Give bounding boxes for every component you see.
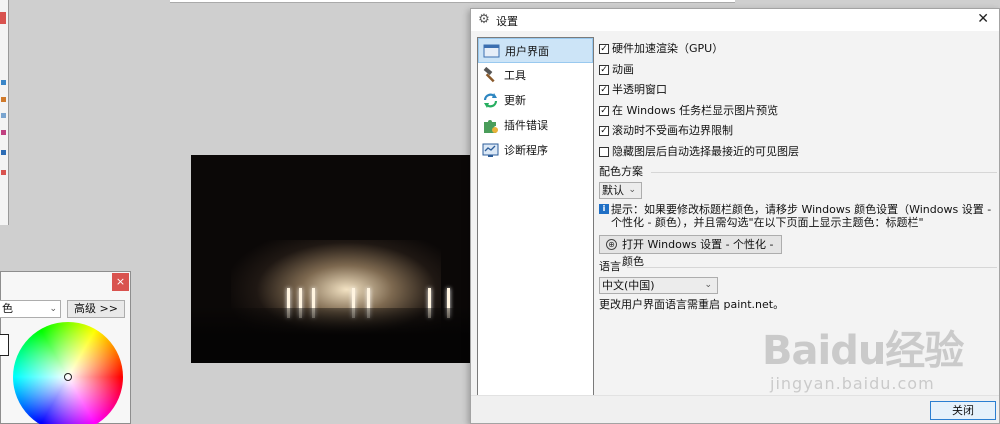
advanced-button[interactable]: 高级 >> xyxy=(67,300,125,318)
crowd-silhouette xyxy=(191,308,476,363)
option-auto-select-layer[interactable]: 隐藏图层后自动选择最接近的可见图层 xyxy=(599,142,997,163)
checkbox-checked-icon[interactable]: ✓ xyxy=(599,64,609,75)
chevron-down-icon: ⌄ xyxy=(704,280,712,290)
language-heading: 语言 xyxy=(599,260,997,274)
puzzle-icon xyxy=(484,120,498,133)
canvas-image[interactable] xyxy=(191,155,476,363)
external-link-icon: ⊕ xyxy=(606,239,617,250)
nav-item-updates[interactable]: 更新 xyxy=(478,88,593,113)
option-label: 动画 xyxy=(612,62,634,76)
open-windows-settings-button[interactable]: ⊕ 打开 Windows 设置 - 个性化 - 颜色 xyxy=(599,235,782,268)
monitor-icon xyxy=(483,44,500,58)
nav-item-tools[interactable]: 工具 xyxy=(478,63,593,88)
option-label: 在 Windows 任务栏显示图片预览 xyxy=(612,103,779,117)
option-label: 滚动时不受画布边界限制 xyxy=(612,124,733,137)
section-title: 语言 xyxy=(599,260,621,273)
watermark-logo: Baidu经验 xyxy=(762,328,964,374)
section-title: 配色方案 xyxy=(599,165,643,178)
tool-icon[interactable] xyxy=(1,97,6,102)
baidu-watermark: Baidu经验 jingyan.baidu.com xyxy=(762,318,992,408)
option-unbounded-scroll[interactable]: ✓ 滚动时不受画布边界限制 xyxy=(599,121,997,142)
nav-label: 工具 xyxy=(504,69,526,82)
dialog-close-icon[interactable]: ✕ xyxy=(977,11,989,27)
option-label: 硬件加速渲染（GPU） xyxy=(612,42,724,55)
language-note: 更改用户界面语言需重启 paint.net。 xyxy=(599,298,785,311)
color-wheel-handle[interactable] xyxy=(64,373,72,381)
nav-item-ui[interactable]: 用户界面 xyxy=(478,38,593,63)
colors-window: × 色 ⌄ 高级 >> xyxy=(0,271,131,424)
color-scheme-value: 默认 xyxy=(602,184,624,197)
checkbox-checked-icon[interactable]: ✓ xyxy=(599,126,609,136)
language-value: 中文(中国) xyxy=(602,279,655,292)
divider xyxy=(627,267,997,268)
option-animation[interactable]: ✓ 动画 xyxy=(599,60,997,81)
checkbox-checked-icon[interactable]: ✓ xyxy=(599,44,609,54)
tool-icon[interactable] xyxy=(1,130,6,135)
tool-icon[interactable] xyxy=(1,113,6,118)
tools-close-icon[interactable] xyxy=(0,12,6,24)
color-scheme-select[interactable]: 默认 ⌄ xyxy=(599,182,642,199)
nav-label: 诊断程序 xyxy=(504,144,548,157)
top-window-edge xyxy=(170,0,735,3)
nav-item-diagnostics[interactable]: 诊断程序 xyxy=(478,138,593,163)
option-label: 半透明窗口 xyxy=(612,83,667,96)
tool-icon[interactable] xyxy=(1,170,6,175)
nav-item-plugin-errors[interactable]: 插件错误 xyxy=(478,113,593,138)
checkbox-unchecked-icon[interactable] xyxy=(599,146,609,157)
option-gpu[interactable]: ✓ 硬件加速渲染（GPU） xyxy=(599,39,997,60)
checkbox-checked-icon[interactable]: ✓ xyxy=(599,105,609,116)
divider xyxy=(651,172,997,173)
gear-icon: ⚙ xyxy=(478,12,490,27)
diagnostics-icon xyxy=(482,143,499,157)
language-select[interactable]: 中文(中国) ⌄ xyxy=(599,277,718,294)
watermark-url: jingyan.baidu.com xyxy=(770,374,935,393)
primary-color-swatch[interactable] xyxy=(0,334,9,356)
tool-icon[interactable] xyxy=(1,80,6,85)
color-mode-value: 色 xyxy=(2,302,13,315)
dialog-title: 设置 xyxy=(496,15,518,28)
colors-close-button[interactable]: × xyxy=(112,273,129,291)
color-scheme-heading: 配色方案 xyxy=(599,165,997,179)
nav-label: 插件错误 xyxy=(504,119,548,132)
option-taskbar-preview[interactable]: ✓ 在 Windows 任务栏显示图片预览 xyxy=(599,101,997,122)
tool-icon[interactable] xyxy=(1,150,6,155)
tools-palette-strip xyxy=(0,0,9,225)
chevron-down-icon: ⌄ xyxy=(49,304,57,314)
settings-nav: 用户界面 工具 更新 插件错误 诊断程序 xyxy=(477,37,594,415)
nav-label: 用户界面 xyxy=(505,45,549,58)
option-label: 隐藏图层后自动选择最接近的可见图层 xyxy=(612,144,799,158)
checkbox-checked-icon[interactable]: ✓ xyxy=(599,85,609,95)
nav-label: 更新 xyxy=(504,94,526,107)
color-scheme-tip: i 提示：如果要修改标题栏颜色，请移步 Windows 颜色设置（Windows… xyxy=(599,203,994,229)
hammer-icon xyxy=(483,67,495,83)
refresh-icon xyxy=(483,93,498,108)
info-icon: i xyxy=(599,204,609,214)
tip-text: 提示：如果要修改标题栏颜色，请移步 Windows 颜色设置（Windows 设… xyxy=(611,203,992,229)
color-mode-select[interactable]: 色 ⌄ xyxy=(0,300,61,318)
chevron-down-icon: ⌄ xyxy=(628,185,636,195)
dialog-titlebar: ⚙ 设置 ✕ xyxy=(471,9,999,31)
option-translucent[interactable]: ✓ 半透明窗口 xyxy=(599,80,997,101)
